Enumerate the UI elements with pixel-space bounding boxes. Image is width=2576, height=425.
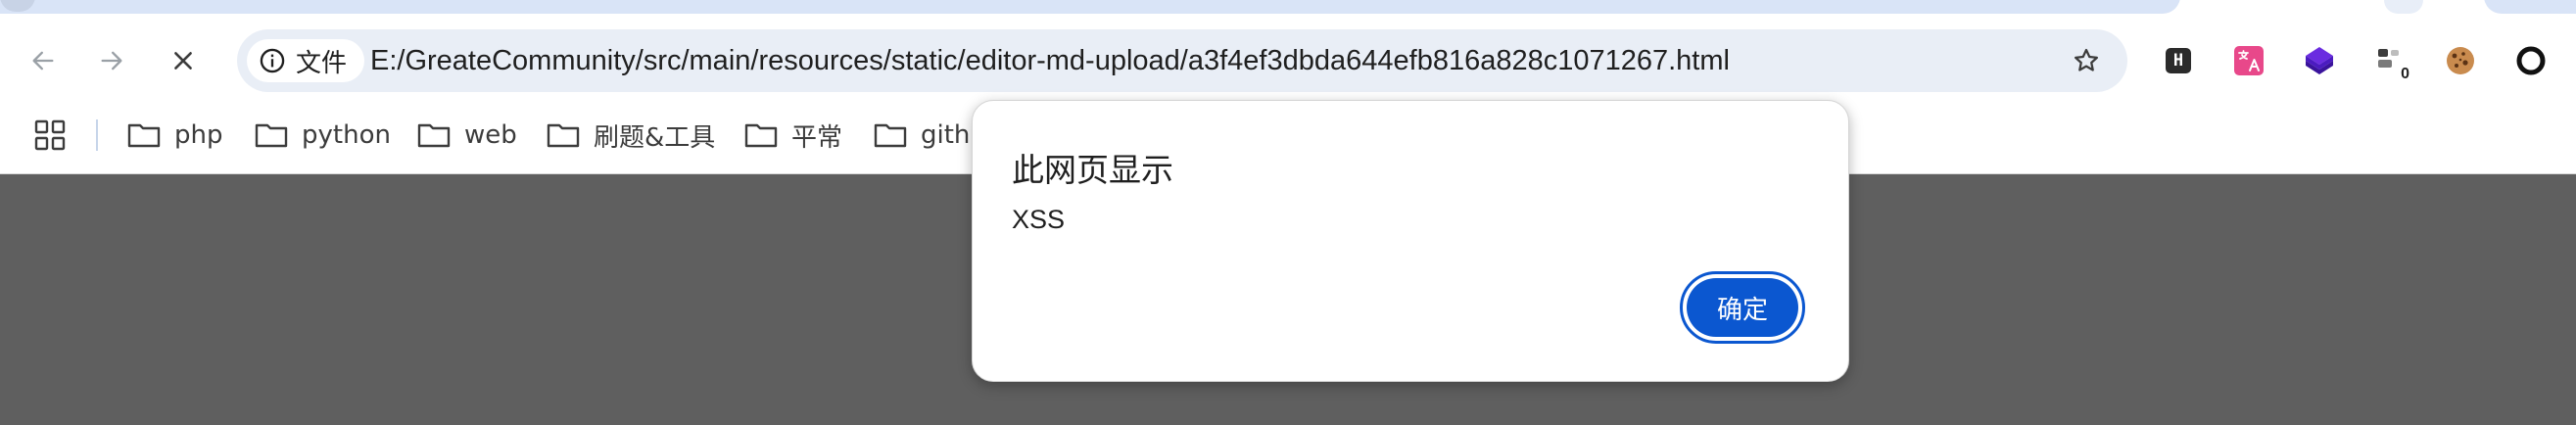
tab-active[interactable] <box>0 0 2180 14</box>
bookmark-star-button[interactable] <box>2065 39 2108 82</box>
bookmark-label: 刷题&工具 <box>594 122 716 153</box>
bookmark-label: python <box>302 120 391 150</box>
bookmarks-separator <box>96 119 98 151</box>
dialog-message: XSS <box>1012 205 1066 234</box>
extension-counter-badge: 0 <box>2399 66 2411 82</box>
extension-layers-button[interactable] <box>2298 39 2341 82</box>
site-info-label: 文件 <box>296 48 348 78</box>
bookmark-folder-tools[interactable]: 刷题&工具 <box>547 110 715 161</box>
url-text[interactable]: E:/GreateCommunity/src/main/resources/st… <box>370 29 1730 92</box>
close-icon <box>174 52 192 70</box>
bookmark-label: 平常 <box>791 122 843 153</box>
extension-translate-button[interactable] <box>2227 39 2270 82</box>
dialog-title: 此网页显示 <box>1012 151 1173 189</box>
bookmark-folder-github[interactable]: githu <box>874 110 986 161</box>
stop-loading-button[interactable] <box>160 37 207 84</box>
ring-icon <box>2516 46 2546 75</box>
extension-counter-button[interactable]: 0 <box>2368 39 2411 82</box>
folder-icon <box>255 123 288 148</box>
arrow-right-icon <box>101 51 122 71</box>
extension-circle-button[interactable] <box>2509 39 2552 82</box>
bookmark-folder-web[interactable]: web <box>417 110 517 161</box>
ok-button[interactable]: 确定 <box>1680 271 1805 344</box>
site-info-chip[interactable]: 文件 <box>247 39 365 82</box>
apps-grid-icon[interactable] <box>33 118 67 152</box>
tab-strip <box>0 0 2576 15</box>
folder-icon <box>874 123 907 148</box>
bookmark-label: web <box>464 120 517 150</box>
translate-icon <box>2234 46 2264 75</box>
star-icon <box>2075 48 2098 71</box>
back-button[interactable] <box>20 37 67 84</box>
bookmark-folder-php[interactable]: php <box>127 110 223 161</box>
folder-icon <box>417 123 451 148</box>
tab-inactive[interactable] <box>2484 0 2576 14</box>
extension-cookie-button[interactable] <box>2439 39 2482 82</box>
info-icon <box>259 47 286 74</box>
forward-button[interactable] <box>88 37 135 84</box>
cookie-icon <box>2447 47 2474 74</box>
bookmark-folder-daily[interactable]: 平常 <box>744 110 842 161</box>
alert-dialog: 此网页显示 XSS 确定 <box>972 100 1849 382</box>
layers-icon <box>2306 47 2333 74</box>
tab-inactive[interactable] <box>2384 0 2423 14</box>
extension-h-button[interactable]: H <box>2157 39 2200 82</box>
folder-icon <box>744 123 778 148</box>
bookmark-folder-python[interactable]: python <box>255 110 391 161</box>
ok-button-label: 确定 <box>1687 278 1798 337</box>
folder-icon <box>547 123 580 148</box>
address-bar[interactable]: 文件 E:/GreateCommunity/src/main/resources… <box>237 29 2127 92</box>
extension-h-label: H <box>2172 51 2184 71</box>
arrow-left-icon <box>32 51 54 71</box>
bookmark-label: php <box>174 120 223 150</box>
folder-icon <box>127 123 161 148</box>
